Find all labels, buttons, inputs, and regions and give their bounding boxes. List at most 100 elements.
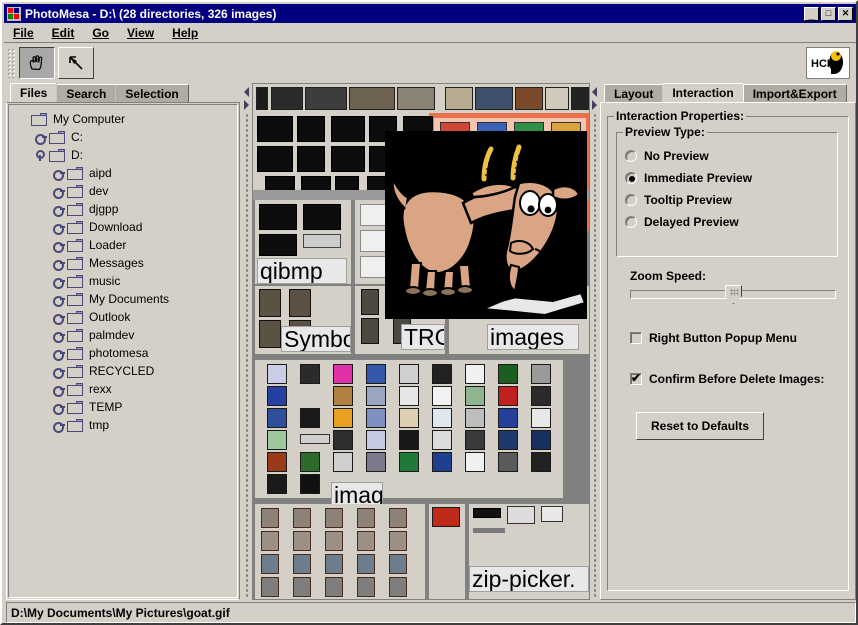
tree-item[interactable]: Outlook [15,308,237,326]
checkbox-confirm-before-delete[interactable]: Confirm Before Delete Images: [630,368,836,390]
maximize-button[interactable]: □ [821,6,836,21]
image-thumbnail[interactable] [357,554,375,574]
pan-tool-button[interactable] [19,46,55,79]
image-thumbnail[interactable] [361,318,379,344]
image-thumbnail[interactable] [333,452,353,472]
image-thumbnail[interactable] [259,234,297,256]
image-group-icons[interactable]: images [255,360,563,508]
image-preview[interactable] [385,131,587,319]
image-thumbnail[interactable] [465,386,485,406]
tree-item[interactable]: My Computer [15,110,237,128]
image-thumbnail[interactable] [267,452,287,472]
tree-collapse-icon[interactable] [51,400,67,415]
image-thumbnail[interactable] [257,146,293,172]
tree-collapse-icon[interactable] [51,310,67,325]
divider-collapse-left-icon[interactable] [244,87,249,97]
image-thumbnail[interactable] [303,234,341,248]
image-thumbnail[interactable] [473,528,505,533]
menu-help[interactable]: Help [163,24,207,42]
tab-layout[interactable]: Layout [604,84,664,102]
image-thumbnail[interactable] [303,204,341,230]
image-thumbnail[interactable] [498,386,518,406]
radio-delayed-preview[interactable]: Delayed Preview [625,211,837,233]
image-thumbnail[interactable] [261,508,279,528]
image-thumbnail[interactable] [498,364,518,384]
tree-item[interactable]: D: [15,146,237,164]
image-thumbnail[interactable] [297,146,325,172]
image-thumbnail[interactable] [361,289,379,315]
tree-item[interactable]: aipd [15,164,237,182]
image-thumbnail[interactable] [399,364,419,384]
image-thumbnail[interactable] [300,474,320,494]
tree-collapse-icon[interactable] [51,364,67,379]
tree-item[interactable]: TEMP [15,398,237,416]
tree-item[interactable]: Download [15,218,237,236]
menu-file[interactable]: File [4,24,43,42]
divider-expand-right-icon[interactable] [592,100,597,110]
image-thumbnail[interactable] [399,430,419,450]
zoom-speed-slider[interactable] [630,285,836,304]
image-thumbnail[interactable] [545,87,569,110]
tree-collapse-icon[interactable] [51,184,67,199]
tree-item[interactable]: Loader [15,236,237,254]
minimize-button[interactable]: _ [804,6,819,21]
image-thumbnail[interactable] [333,408,353,428]
tree-item[interactable]: My Documents [15,290,237,308]
image-thumbnail[interactable] [357,508,375,528]
tree-collapse-icon[interactable] [51,274,67,289]
image-thumbnail[interactable] [515,87,543,110]
tab-import-export[interactable]: Import&Export [742,84,847,102]
tree-collapse-icon[interactable] [51,238,67,253]
tree-item[interactable]: djgpp [15,200,237,218]
image-thumbnail[interactable] [261,531,279,551]
image-thumbnail[interactable] [465,452,485,472]
image-thumbnail[interactable] [389,508,407,528]
image-thumbnail[interactable] [366,408,386,428]
tree-collapse-icon[interactable] [51,202,67,217]
image-thumbnail[interactable] [507,506,535,524]
tab-files[interactable]: Files [10,83,58,102]
image-thumbnail[interactable] [366,452,386,472]
image-thumbnail[interactable] [432,507,460,527]
image-thumbnail[interactable] [293,508,311,528]
image-thumbnail[interactable] [366,430,386,450]
tree-item[interactable]: photomesa [15,344,237,362]
image-thumbnail[interactable] [541,506,563,522]
image-group-flower[interactable] [429,504,465,599]
image-thumbnail[interactable] [267,408,287,428]
image-thumbnail[interactable] [498,430,518,450]
tree-collapse-icon[interactable] [51,346,67,361]
menu-go[interactable]: Go [83,24,118,42]
image-thumbnail[interactable] [305,87,347,110]
image-thumbnail[interactable] [531,364,551,384]
image-thumbnail[interactable] [333,386,353,406]
image-thumbnail[interactable] [325,577,343,597]
image-thumbnail[interactable] [267,386,287,406]
image-thumbnail[interactable] [432,408,452,428]
tree-item[interactable]: palmdev [15,326,237,344]
tab-search[interactable]: Search [56,84,117,102]
image-thumbnail[interactable] [297,116,325,142]
image-thumbnail[interactable] [571,87,589,110]
tree-item[interactable]: dev [15,182,237,200]
toolbar-grip[interactable] [7,47,16,78]
image-thumbnail[interactable] [331,146,365,172]
image-thumbnail[interactable] [531,452,551,472]
image-thumbnail[interactable] [399,408,419,428]
image-thumbnail[interactable] [267,430,287,450]
image-thumbnail[interactable] [475,87,513,110]
image-thumbnail[interactable] [259,204,297,230]
image-thumbnail[interactable] [349,87,395,110]
image-thumbnail[interactable] [432,430,452,450]
image-thumbnail[interactable] [293,554,311,574]
divider-collapse-right-icon[interactable] [592,87,597,97]
image-thumbnail[interactable] [389,554,407,574]
tree-collapse-icon[interactable] [51,418,67,433]
tree-collapse-icon[interactable] [51,166,67,181]
tree-item[interactable]: rexx [15,380,237,398]
checkbox-right-button-popup-menu[interactable]: Right Button Popup Menu [630,327,836,349]
image-thumbnail[interactable] [267,364,287,384]
image-thumbnail[interactable] [293,577,311,597]
image-thumbnail[interactable] [531,430,551,450]
image-group-screens[interactable] [255,504,425,599]
